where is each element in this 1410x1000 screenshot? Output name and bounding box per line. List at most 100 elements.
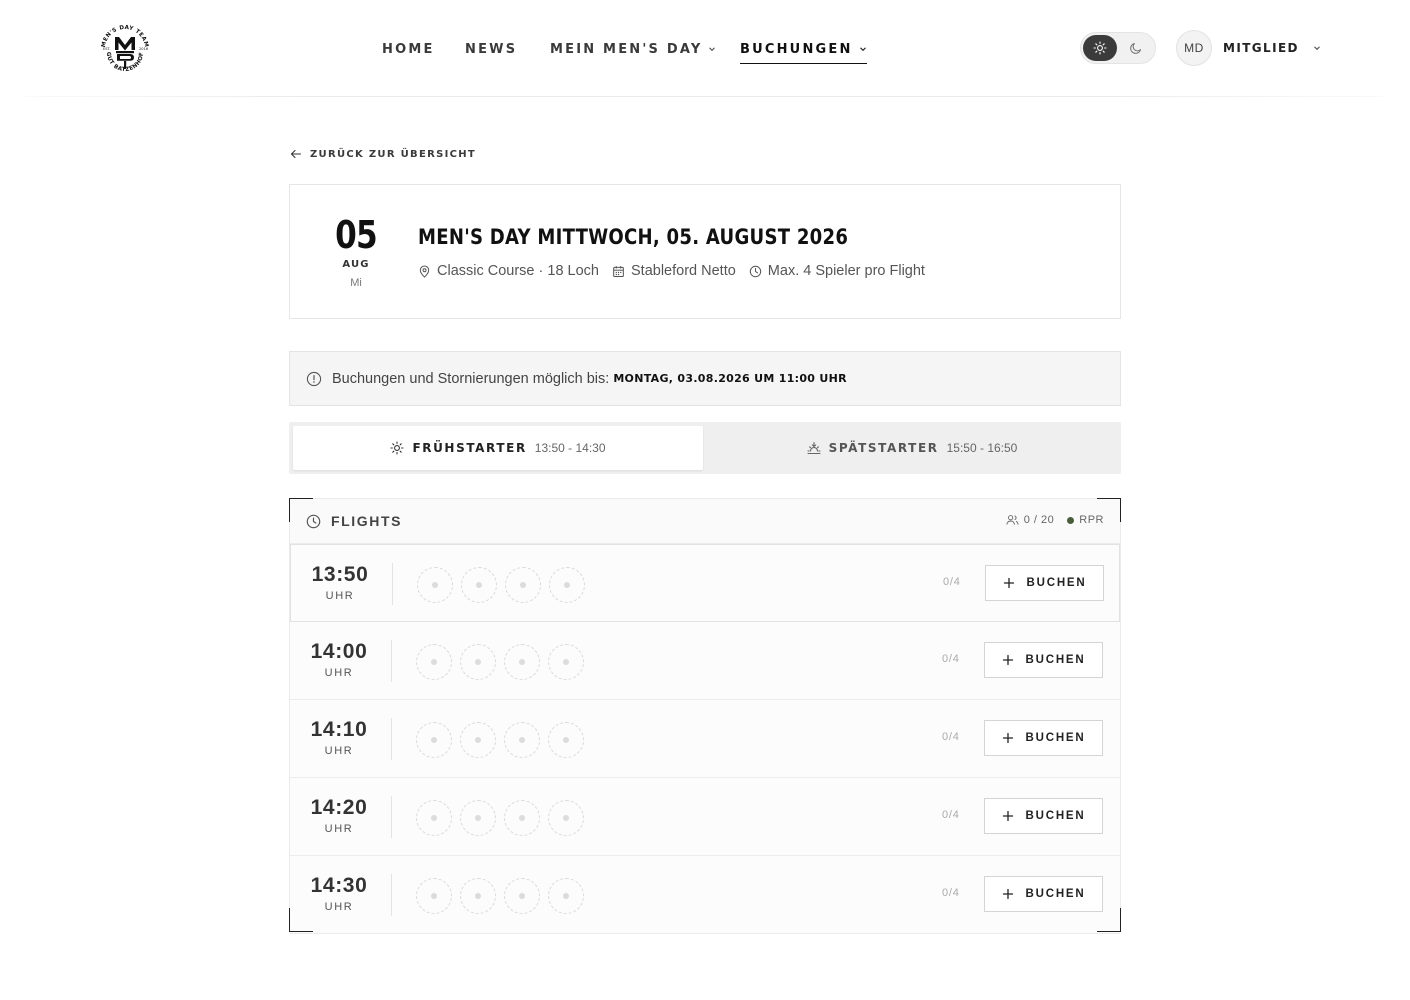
empty-player-slot[interactable] — [504, 644, 540, 680]
flight-row: 14:10 UHR 0/4 BUCHEN — [290, 700, 1120, 778]
theme-toggle — [1080, 32, 1156, 64]
logo-text-top: MEN'S DAY TEAM — [101, 25, 149, 48]
flight-time-unit: UHR — [324, 667, 354, 679]
club-crest-logo[interactable]: MEN'S DAY TEAM GUT BATZENHOF EST. 2016 — [96, 20, 154, 78]
empty-player-slot[interactable] — [460, 878, 496, 914]
header-divider — [24, 96, 1386, 97]
empty-player-slot[interactable] — [416, 722, 452, 758]
book-flight-button[interactable]: BUCHEN — [985, 565, 1104, 601]
arrow-left-icon — [290, 149, 302, 159]
frame-corner — [289, 498, 313, 522]
empty-player-slot[interactable] — [461, 567, 497, 603]
dark-mode-button[interactable] — [1119, 35, 1153, 61]
flight-row: 13:50 UHR 0/4 BUCHEN — [290, 544, 1120, 622]
slot-placeholder-dot — [563, 737, 569, 743]
empty-player-slot[interactable] — [548, 722, 584, 758]
player-slots — [416, 722, 584, 758]
empty-player-slot[interactable] — [504, 722, 540, 758]
slot-placeholder-dot — [519, 815, 525, 821]
flight-occupancy: 0/4 — [942, 653, 960, 665]
empty-player-slot[interactable] — [416, 800, 452, 836]
flights-summary: 0 / 20 RPR — [1006, 514, 1104, 526]
back-link[interactable]: ZURÜCK ZUR ÜBERSICHT — [290, 148, 476, 160]
legend-dot — [1067, 516, 1075, 524]
empty-player-slot[interactable] — [504, 878, 540, 914]
plus-icon — [1002, 732, 1013, 744]
empty-player-slot[interactable] — [504, 800, 540, 836]
nav-buchungen[interactable]: BUCHUNGEN — [740, 38, 867, 64]
slot-placeholder-dot — [475, 737, 481, 743]
book-flight-label: BUCHEN — [1025, 888, 1086, 900]
moon-icon — [1130, 42, 1142, 54]
nav-mein-mens-day-label: MEIN MEN'S DAY — [550, 41, 703, 57]
book-flight-label: BUCHEN — [1026, 577, 1087, 589]
slot-placeholder-dot — [431, 659, 437, 665]
flight-time-unit: UHR — [325, 590, 355, 602]
sun-icon — [390, 441, 405, 455]
flight-occupancy: 0/4 — [942, 809, 960, 821]
back-link-label: ZURÜCK ZUR ÜBERSICHT — [310, 148, 477, 160]
slot-placeholder-dot — [563, 893, 569, 899]
tab-fruehstarter[interactable]: FRÜHSTARTER 13:50 - 14:30 — [293, 426, 703, 470]
player-slots — [416, 800, 584, 836]
flights-header: FLIGHTS 0 / 20 RPR — [290, 499, 1120, 544]
tab-spaetstarter-label: SPÄTSTARTER — [828, 441, 939, 455]
event-meta-course: Classic Course · 18 Loch — [418, 263, 599, 279]
user-menu[interactable]: MD MITGLIED — [1176, 29, 1321, 67]
empty-player-slot[interactable] — [460, 644, 496, 680]
plus-icon — [1003, 577, 1014, 589]
event-meta-format-text: Stableford Netto — [631, 263, 736, 279]
book-flight-button[interactable]: BUCHEN — [984, 642, 1103, 678]
empty-player-slot[interactable] — [417, 567, 453, 603]
plus-icon — [1002, 888, 1013, 900]
slot-placeholder-dot — [564, 582, 570, 588]
map-pin-icon — [419, 265, 430, 278]
flight-divider — [391, 874, 392, 916]
nav-news[interactable]: NEWS — [465, 38, 517, 60]
event-date: 05 AUG Mi — [320, 215, 392, 289]
starter-tabs: FRÜHSTARTER 13:50 - 14:30 SPÄTSTARTER 15… — [289, 422, 1121, 474]
chevron-down-icon — [859, 47, 866, 52]
event-meta-course-text: Classic Course · 18 Loch — [437, 263, 599, 279]
flights-panel: FLIGHTS 0 / 20 RPR 13:50 UHR 0/4 BUCHEN 14:0… — [289, 498, 1121, 934]
empty-player-slot[interactable] — [505, 567, 541, 603]
flights-title-label: FLIGHTS — [331, 513, 403, 529]
empty-player-slot[interactable] — [416, 878, 452, 914]
flight-occupancy: 0/4 — [942, 731, 960, 743]
slot-placeholder-dot — [432, 582, 438, 588]
flight-occupancy: 0/4 — [943, 576, 961, 588]
slot-placeholder-dot — [476, 582, 482, 588]
tab-fruehstarter-label: FRÜHSTARTER — [412, 441, 527, 455]
nav-mein-mens-day[interactable]: MEIN MEN'S DAY — [550, 38, 716, 60]
book-flight-label: BUCHEN — [1025, 732, 1086, 744]
light-mode-button[interactable] — [1083, 35, 1117, 61]
empty-player-slot[interactable] — [548, 878, 584, 914]
empty-player-slot[interactable] — [549, 567, 585, 603]
sun-icon — [1093, 41, 1107, 55]
flight-time: 14:20 UHR — [308, 796, 370, 835]
tab-spaetstarter[interactable]: SPÄTSTARTER 15:50 - 16:50 — [707, 426, 1117, 470]
slot-placeholder-dot — [519, 737, 525, 743]
empty-player-slot[interactable] — [460, 722, 496, 758]
book-flight-button[interactable]: BUCHEN — [984, 876, 1103, 912]
frame-corner — [1097, 498, 1121, 522]
nav-home-label: HOME — [382, 41, 435, 57]
empty-player-slot[interactable] — [548, 644, 584, 680]
slot-placeholder-dot — [431, 893, 437, 899]
empty-player-slot[interactable] — [460, 800, 496, 836]
flight-occupancy: 0/4 — [942, 887, 960, 899]
slot-placeholder-dot — [563, 815, 569, 821]
sunset-icon — [807, 441, 821, 455]
nav-home[interactable]: HOME — [382, 38, 435, 60]
slot-placeholder-dot — [519, 893, 525, 899]
empty-player-slot[interactable] — [416, 644, 452, 680]
event-weekday: Mi — [350, 277, 362, 289]
player-slots — [417, 567, 585, 603]
book-flight-button[interactable]: BUCHEN — [984, 798, 1103, 834]
empty-player-slot[interactable] — [548, 800, 584, 836]
flight-time: 14:10 UHR — [308, 718, 370, 757]
slot-placeholder-dot — [431, 815, 437, 821]
booking-deadline-notice: Buchungen und Stornierungen möglich bis:… — [289, 351, 1121, 406]
clock-icon — [749, 265, 762, 277]
book-flight-button[interactable]: BUCHEN — [984, 720, 1103, 756]
